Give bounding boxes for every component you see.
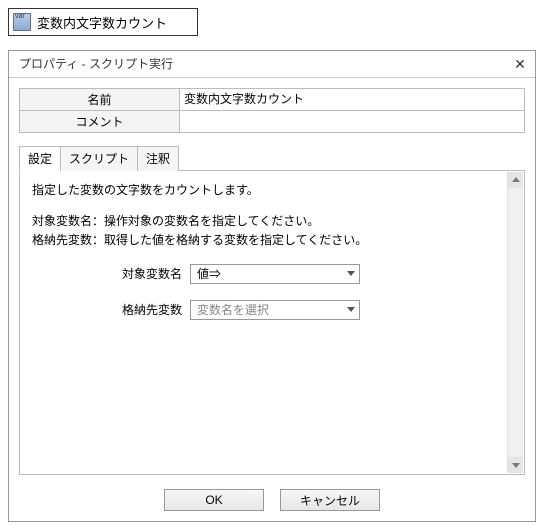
scroll-up-button[interactable] — [508, 172, 523, 188]
dialog-header: プロパティ - スクリプト実行 ✕ — [9, 51, 535, 78]
property-grid: 名前 コメント — [19, 88, 525, 133]
tab-note[interactable]: 注釈 — [137, 146, 179, 171]
target-var-label: 対象変数名 — [102, 265, 182, 282]
target-var-value: 値⇒ — [197, 265, 221, 282]
property-dialog: プロパティ - スクリプト実行 ✕ 名前 コメント 設定 スクリプト 注釈 — [8, 50, 536, 522]
close-button[interactable]: ✕ — [511, 55, 529, 73]
chevron-down-icon — [347, 271, 355, 276]
dialog-title: プロパティ - スクリプト実行 — [19, 55, 173, 72]
cancel-button[interactable]: キャンセル — [280, 489, 380, 511]
scroll-track[interactable] — [508, 188, 523, 457]
target-var-row: 対象変数名 値⇒ — [102, 264, 512, 284]
settings-panel: 指定した変数の文字数をカウントします。 対象変数名：操作対象の変数名を指定してく… — [19, 171, 525, 475]
tab-settings[interactable]: 設定 — [19, 146, 61, 171]
tab-script[interactable]: スクリプト — [60, 146, 138, 171]
vertical-scrollbar[interactable] — [507, 172, 523, 473]
close-icon: ✕ — [514, 56, 526, 73]
variable-count-icon — [13, 13, 31, 31]
chevron-down-icon — [347, 307, 355, 312]
name-input[interactable] — [184, 92, 520, 106]
comment-row: コメント — [20, 110, 525, 132]
arrow-down-icon — [512, 463, 520, 468]
scroll-down-button[interactable] — [508, 457, 523, 473]
dialog-buttons: OK キャンセル — [9, 483, 535, 521]
tab-bar: 設定 スクリプト 注釈 — [19, 145, 525, 171]
arrow-up-icon — [512, 177, 520, 182]
description-line-1: 指定した変数の文字数をカウントします。 — [32, 181, 512, 198]
dest-var-placeholder: 変数名を選択 — [197, 301, 269, 318]
target-var-combo[interactable]: 値⇒ — [190, 264, 360, 284]
name-row: 名前 — [20, 88, 525, 110]
dest-var-label: 格納先変数 — [102, 301, 182, 318]
description-line-2: 対象変数名：操作対象の変数名を指定してください。 — [32, 212, 512, 229]
name-label: 名前 — [20, 88, 180, 110]
description-line-3: 格納先変数：取得した値を格納する変数を指定してください。 — [32, 231, 512, 248]
ok-button[interactable]: OK — [164, 489, 264, 511]
comment-input[interactable] — [184, 114, 520, 128]
dest-var-combo[interactable]: 変数名を選択 — [190, 300, 360, 320]
node-title: 変数内文字数カウント — [37, 13, 167, 32]
dest-var-row: 格納先変数 変数名を選択 — [102, 300, 512, 320]
comment-label: コメント — [20, 110, 180, 132]
node-title-box: 変数内文字数カウント — [8, 8, 198, 36]
